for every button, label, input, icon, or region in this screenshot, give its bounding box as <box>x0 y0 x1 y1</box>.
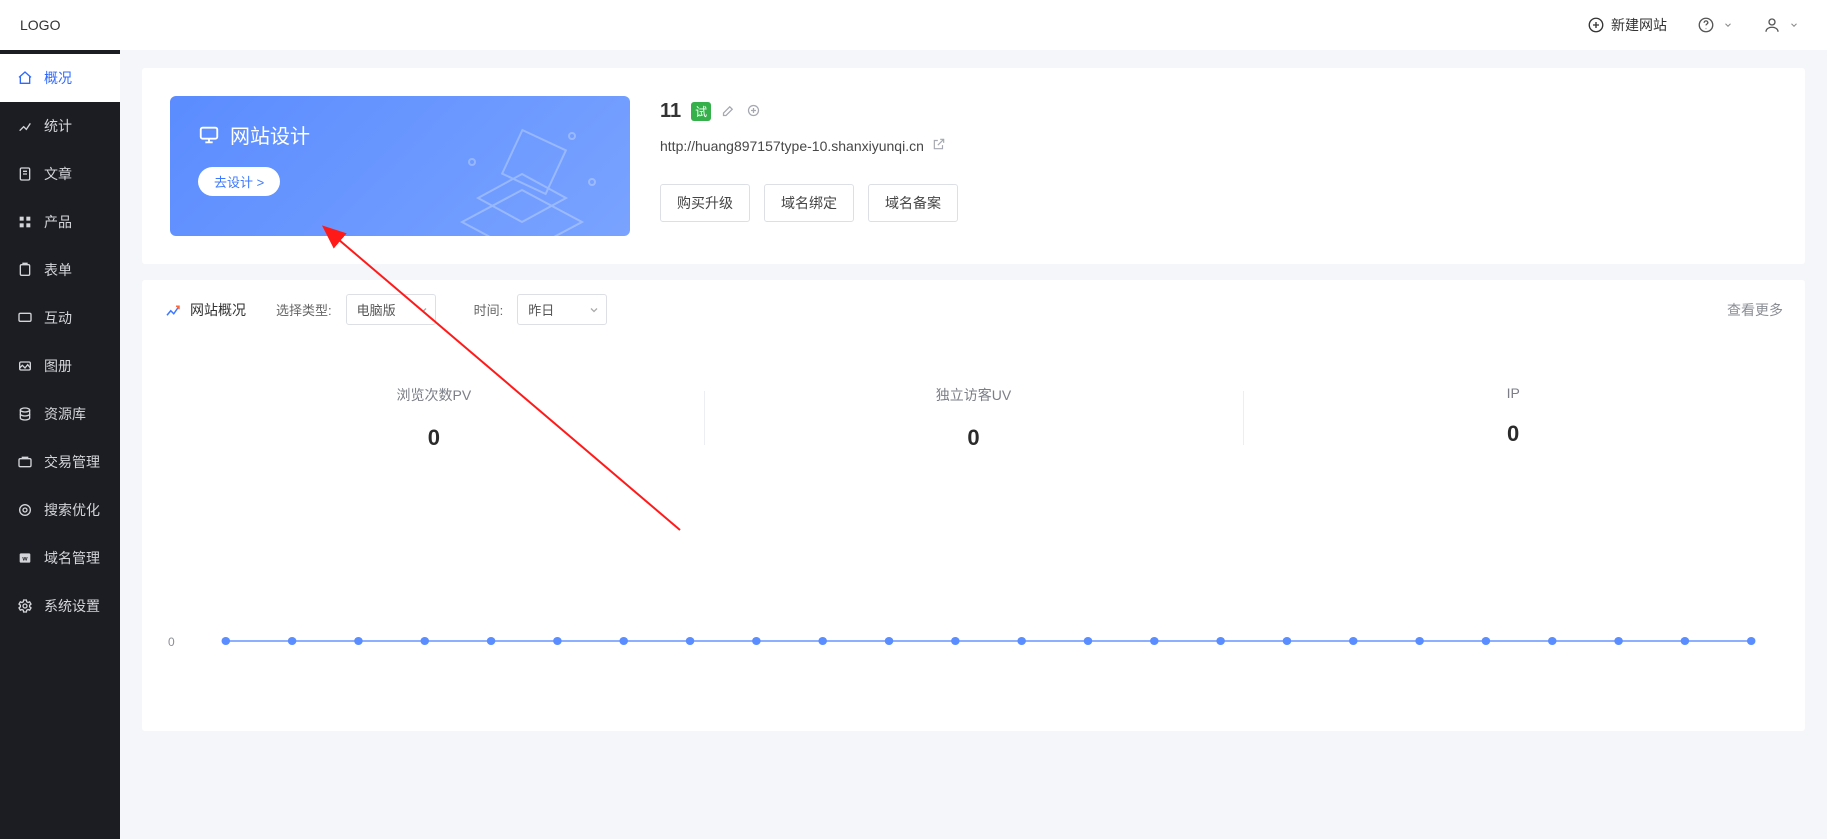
edit-icon <box>721 103 736 118</box>
stat-pv-value: 0 <box>164 425 704 451</box>
sidebar-item-label: 搜索优化 <box>44 500 100 520</box>
stat-ip-value: 0 <box>1243 421 1783 447</box>
home-icon <box>16 69 34 87</box>
sidebar-item-label: 资源库 <box>44 404 86 424</box>
form-icon <box>16 261 34 279</box>
domain-beian-button[interactable]: 域名备案 <box>868 184 958 222</box>
stat-pv-label: 浏览次数PV <box>164 385 704 405</box>
sidebar-item-label: 概况 <box>44 68 72 88</box>
sidebar-item-overview[interactable]: 概况 <box>0 54 120 102</box>
sidebar-item-label: 产品 <box>44 212 72 232</box>
design-tile: 网站设计 去设计 > <box>170 96 630 236</box>
stat-pv: 浏览次数PV 0 <box>164 385 704 451</box>
stats-icon <box>164 301 182 319</box>
sidebar: 概况 统计 文章 产品 表单 互动 图册 资源库 <box>0 50 120 839</box>
person-icon <box>1763 16 1781 34</box>
trend-chart: 0 <box>164 621 1783 701</box>
trial-badge: 试 <box>691 102 711 121</box>
main-content: 网站设计 去设计 > 11 试 http://huang897157type-1… <box>120 50 1827 839</box>
site-url-link[interactable]: http://huang897157type-10.shanxiyunqi.cn <box>660 138 924 154</box>
stat-ip: IP 0 <box>1243 385 1783 451</box>
sidebar-item-label: 交易管理 <box>44 452 100 472</box>
database-icon <box>16 405 34 423</box>
add-site-button[interactable] <box>746 103 761 121</box>
top-bar: LOGO 新建网站 <box>0 0 1827 50</box>
view-more-link[interactable]: 查看更多 <box>1727 300 1783 320</box>
sidebar-item-label: 文章 <box>44 164 72 184</box>
buy-upgrade-button[interactable]: 购买升级 <box>660 184 750 222</box>
monitor-icon <box>198 124 220 146</box>
help-button[interactable] <box>1689 10 1741 40</box>
sidebar-item-label: 表单 <box>44 260 72 280</box>
stat-uv-label: 独立访客UV <box>704 385 1244 405</box>
external-link-icon <box>932 137 946 151</box>
time-label: 时间: <box>474 300 504 319</box>
stats-icon <box>16 117 34 135</box>
sidebar-item-domain[interactable]: w 域名管理 <box>0 534 120 582</box>
site-summary-card: 网站设计 去设计 > 11 试 http://huang897157type-1… <box>142 68 1805 264</box>
sidebar-item-resources[interactable]: 资源库 <box>0 390 120 438</box>
gear-icon <box>16 597 34 615</box>
sidebar-item-settings[interactable]: 系统设置 <box>0 582 120 630</box>
article-icon <box>16 165 34 183</box>
sidebar-item-label: 图册 <box>44 356 72 376</box>
sidebar-item-article[interactable]: 文章 <box>0 150 120 198</box>
sidebar-item-interaction[interactable]: 互动 <box>0 294 120 342</box>
sidebar-item-stats[interactable]: 统计 <box>0 102 120 150</box>
site-info: 11 试 http://huang897157type-10.shanxiyun… <box>660 96 1777 236</box>
chevron-down-icon <box>588 304 600 316</box>
target-icon <box>16 501 34 519</box>
sidebar-item-trade[interactable]: 交易管理 <box>0 438 120 486</box>
chevron-down-icon <box>1723 20 1733 30</box>
product-icon <box>16 213 34 231</box>
stat-uv-value: 0 <box>704 425 1244 451</box>
svg-text:w: w <box>21 556 28 563</box>
account-button[interactable] <box>1755 10 1807 40</box>
open-url-button[interactable] <box>932 137 946 154</box>
sidebar-item-label: 统计 <box>44 116 72 136</box>
sidebar-item-album[interactable]: 图册 <box>0 342 120 390</box>
stats-card: 网站概况 选择类型: 电脑版 时间: 昨日 查看更多 浏览次数PV 0 <box>142 280 1805 731</box>
trade-icon <box>16 453 34 471</box>
time-select-value: 昨日 <box>528 303 554 318</box>
sidebar-item-label: 互动 <box>44 308 72 328</box>
stats-title: 网站概况 <box>190 300 246 320</box>
plus-circle-icon <box>1587 16 1605 34</box>
site-id: 11 <box>660 100 681 123</box>
chart-ytick-0: 0 <box>168 635 175 649</box>
time-select[interactable]: 昨日 <box>517 294 607 325</box>
album-icon <box>16 357 34 375</box>
edit-site-name-button[interactable] <box>721 103 736 121</box>
type-select[interactable]: 电脑版 <box>346 294 436 325</box>
plus-circle-icon <box>746 103 761 118</box>
go-design-button[interactable]: 去设计 > <box>198 167 280 196</box>
sidebar-item-product[interactable]: 产品 <box>0 198 120 246</box>
question-circle-icon <box>1697 16 1715 34</box>
chevron-down-icon <box>417 304 429 316</box>
brand-logo: LOGO <box>20 17 60 33</box>
type-select-value: 电脑版 <box>357 303 396 318</box>
design-title: 网站设计 <box>230 120 310 149</box>
chat-icon <box>16 309 34 327</box>
stat-uv: 独立访客UV 0 <box>704 385 1244 451</box>
new-site-button[interactable]: 新建网站 <box>1579 9 1675 41</box>
sidebar-item-label: 域名管理 <box>44 548 100 568</box>
stat-ip-label: IP <box>1243 385 1783 401</box>
chevron-down-icon <box>1789 20 1799 30</box>
new-site-label: 新建网站 <box>1611 15 1667 35</box>
sidebar-item-seo[interactable]: 搜索优化 <box>0 486 120 534</box>
domain-icon: w <box>16 549 34 567</box>
sidebar-item-label: 系统设置 <box>44 596 100 616</box>
sidebar-item-form[interactable]: 表单 <box>0 246 120 294</box>
chart-svg <box>194 621 1783 661</box>
type-label: 选择类型: <box>276 300 332 319</box>
domain-bind-button[interactable]: 域名绑定 <box>764 184 854 222</box>
